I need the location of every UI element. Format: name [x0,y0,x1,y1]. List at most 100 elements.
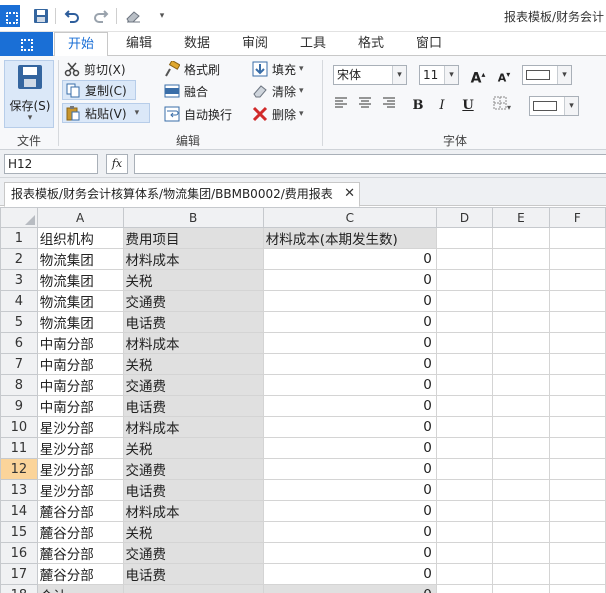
format-painter-button[interactable]: 格式刷 [164,59,220,79]
row-header[interactable]: 15 [0,521,38,543]
cell-f[interactable] [548,227,606,249]
cell-a[interactable]: 麓谷分部 [36,563,124,585]
cell-e[interactable] [492,374,550,396]
cell-c[interactable]: 0 [262,416,437,438]
cell-f[interactable] [548,500,606,522]
underline-button[interactable]: U [458,96,478,116]
cell-f[interactable] [548,437,606,459]
tab-data[interactable]: 数据 [170,32,224,56]
cell-a[interactable]: 麓谷分部 [36,521,124,543]
cell-d[interactable] [435,227,494,249]
customize-toolbar-icon[interactable]: ▾ [155,5,169,27]
cell-f[interactable] [548,542,606,564]
cell-a[interactable]: 组织机构 [36,227,124,249]
cell-e[interactable] [492,416,550,438]
cell-a[interactable]: 中南分部 [36,395,124,417]
cell-a[interactable]: 星沙分部 [36,479,124,501]
cell-c[interactable]: 0 [262,479,437,501]
merge-button[interactable]: 融合 [164,81,208,101]
row-header[interactable]: 4 [0,290,38,312]
cell-d[interactable] [435,500,494,522]
cell-a[interactable]: 物流集团 [36,311,124,333]
cell-e[interactable] [492,521,550,543]
cell-d[interactable] [435,332,494,354]
column-header[interactable]: E [492,207,550,228]
cell-d[interactable] [435,395,494,417]
italic-button[interactable]: I [432,96,452,116]
cell-d[interactable] [435,269,494,291]
cell-e[interactable] [492,332,550,354]
cell-e[interactable] [492,563,550,585]
cell-a[interactable]: 麓谷分部 [36,542,124,564]
column-header[interactable]: B [122,207,264,228]
delete-button[interactable]: 删除 [252,104,304,124]
tab-format[interactable]: 格式 [344,32,398,56]
font-size-select[interactable]: 11 ▾ [419,65,459,85]
cell-d[interactable] [435,521,494,543]
cell-c[interactable]: 0 [262,584,437,593]
cell-e[interactable] [492,311,550,333]
row-header[interactable]: 8 [0,374,38,396]
cell-a[interactable]: 中南分部 [36,353,124,375]
cell-b[interactable]: 材料成本 [122,332,264,354]
shrink-font-button[interactable]: A▾ [494,65,514,85]
cell-b[interactable]: 关税 [122,269,264,291]
cell-f[interactable] [548,290,606,312]
cell-f[interactable] [548,395,606,417]
cell-f[interactable] [548,584,606,593]
cell-d[interactable] [435,542,494,564]
save-icon[interactable] [30,5,52,27]
row-header[interactable]: 3 [0,269,38,291]
cell-a[interactable]: 物流集团 [36,290,124,312]
cell-f[interactable] [548,416,606,438]
cell-b[interactable]: 关税 [122,437,264,459]
cell-b[interactable]: 电话费 [122,395,264,417]
cell-b[interactable]: 材料成本 [122,500,264,522]
cell-a[interactable]: 中南分部 [36,374,124,396]
align-right-button[interactable] [379,96,399,116]
insert-function-button[interactable]: fx [106,154,128,174]
cell-c[interactable]: 0 [262,332,437,354]
cell-e[interactable] [492,290,550,312]
cell-c[interactable]: 0 [262,563,437,585]
cell-e[interactable] [492,584,550,593]
cell-d[interactable] [435,479,494,501]
cell-b[interactable]: 费用项目 [122,227,264,249]
cell-a[interactable]: 物流集团 [36,269,124,291]
cell-c[interactable]: 0 [262,437,437,459]
tab-home[interactable]: 开始 [54,32,108,57]
cell-c[interactable]: 0 [262,290,437,312]
cell-d[interactable] [435,248,494,270]
paste-button[interactable]: 粘贴(V) ▾ [62,103,150,123]
row-header[interactable]: 12 [0,458,38,480]
cell-b[interactable]: 交通费 [122,458,264,480]
name-box[interactable]: H12 [4,154,98,174]
fill-button[interactable]: 填充 [252,59,304,79]
cell-b[interactable]: 交通费 [122,290,264,312]
row-header[interactable]: 1 [0,227,38,249]
cell-e[interactable] [492,437,550,459]
cell-b[interactable]: 电话费 [122,479,264,501]
formula-input[interactable] [134,154,606,174]
cell-f[interactable] [548,332,606,354]
cell-e[interactable] [492,353,550,375]
eraser-icon[interactable] [121,5,145,27]
wrap-text-button[interactable]: 自动换行 [164,104,232,124]
column-header[interactable]: D [435,207,494,228]
cell-c[interactable]: 0 [262,521,437,543]
cell-f[interactable] [548,353,606,375]
tab-edit[interactable]: 编辑 [112,32,166,56]
cell-c[interactable]: 0 [262,311,437,333]
cell-d[interactable] [435,290,494,312]
cell-d[interactable] [435,563,494,585]
close-icon[interactable]: ✕ [344,183,355,205]
row-header[interactable]: 16 [0,542,38,564]
align-center-button[interactable] [355,96,375,116]
cell-b[interactable]: 交通费 [122,374,264,396]
cell-a[interactable]: 物流集团 [36,248,124,270]
cell-a[interactable]: 麓谷分部 [36,500,124,522]
fill-color-select[interactable]: ▾ [529,96,579,116]
row-header[interactable]: 6 [0,332,38,354]
redo-icon[interactable] [90,5,112,27]
cell-a[interactable]: 合计 [36,584,124,593]
